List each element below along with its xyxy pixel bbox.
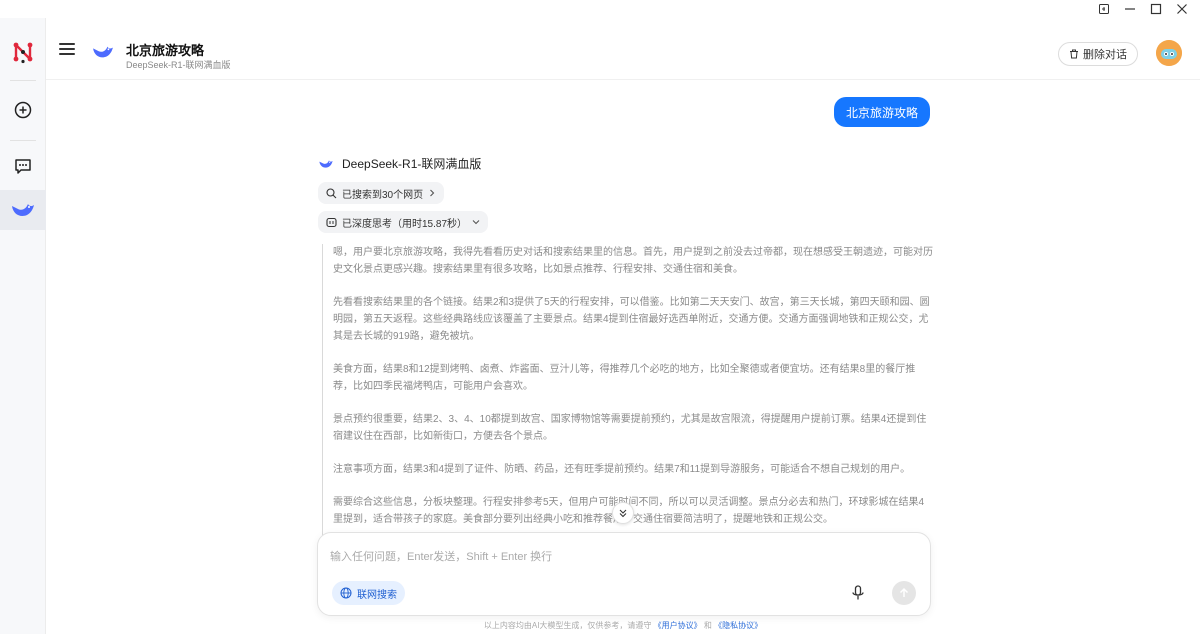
thinking-paragraph: 先看看搜索结果里的各个链接。结果2和3提供了5天的行程安排，可以借鉴。比如第二天… xyxy=(333,297,930,342)
chat-header: 北京旅游攻略 DeepSeek-R1-联网满血版 删除对话 xyxy=(46,18,1200,80)
conversation-title: 北京旅游攻略 xyxy=(126,43,205,58)
deep-think-label: 已深度思考（用时15.87秒） xyxy=(342,218,468,230)
search-results-pill[interactable]: 已搜索到30个网页 xyxy=(318,182,445,204)
delete-chat-button[interactable]: 删除对话 xyxy=(1058,42,1138,66)
rail-divider xyxy=(10,140,36,141)
thinking-content: 嗯，用户要北京旅游攻略，我得先看看历史对话和搜索结果里的信息。首先，用户提到之前… xyxy=(322,244,934,544)
deepseek-model-icon[interactable] xyxy=(0,190,46,230)
user-agreement-link[interactable]: 《用户协议》 xyxy=(654,621,702,630)
thinking-paragraph: 注意事项方面，结果3和4提到了证件、防晒、药品，还有旺季提前预约。结果7和11提… xyxy=(333,464,911,475)
menu-icon[interactable] xyxy=(58,40,76,58)
rail-divider xyxy=(10,80,36,81)
message-input[interactable] xyxy=(330,547,910,567)
thinking-paragraph: 景点预约很重要，结果2、3、4、10都提到故宫、国家博物馆等需要提前预约，尤其是… xyxy=(333,414,927,442)
restore-icon[interactable] xyxy=(1096,1,1112,17)
model-subtitle: DeepSeek-R1-联网满血版 xyxy=(126,60,231,70)
close-icon[interactable] xyxy=(1174,1,1190,17)
maximize-icon[interactable] xyxy=(1148,1,1164,17)
deepseek-logo-icon xyxy=(319,159,333,168)
delete-chat-label: 删除对话 xyxy=(1083,49,1127,61)
thinking-paragraph: 美食方面，结果8和12提到烤鸭、卤煮、炸酱面、豆汁儿等，得推荐几个必吃的地方，比… xyxy=(333,364,916,392)
search-results-label: 已搜索到30个网页 xyxy=(342,189,424,201)
thinking-paragraph: 嗯，用户要北京旅游攻略，我得先看看历史对话和搜索结果里的信息。首先，用户提到之前… xyxy=(333,247,933,275)
chevron-down-icon xyxy=(619,509,627,518)
disclaimer-text: 以上内容均由AI大模型生成，仅供参考，请遵守 xyxy=(483,621,652,630)
globe-icon xyxy=(340,587,352,599)
window-titlebar xyxy=(0,0,1200,18)
assistant-header: DeepSeek-R1-联网满血版 xyxy=(318,155,481,172)
message-composer: 联网搜索 xyxy=(317,532,931,616)
chevron-right-icon xyxy=(430,189,435,197)
window-controls xyxy=(1096,0,1190,18)
privacy-link[interactable]: 《隐私协议》 xyxy=(714,621,762,630)
trash-icon xyxy=(1070,49,1078,59)
app-logo-icon[interactable] xyxy=(0,32,46,72)
assistant-name: DeepSeek-R1-联网满血版 xyxy=(342,157,482,171)
avatar[interactable] xyxy=(1156,40,1182,66)
web-search-label: 联网搜索 xyxy=(357,589,397,601)
user-message-bubble: 北京旅游攻略 xyxy=(833,97,930,127)
chat-list-icon[interactable] xyxy=(0,146,46,186)
deep-think-pill[interactable]: 已深度思考（用时15.87秒） xyxy=(318,211,489,233)
brain-icon xyxy=(326,217,337,227)
scroll-to-bottom-button[interactable] xyxy=(612,502,634,524)
chevron-down-icon xyxy=(472,220,480,225)
send-button[interactable] xyxy=(892,581,916,605)
and-text: 和 xyxy=(703,621,712,630)
microphone-icon[interactable] xyxy=(848,583,868,603)
arrow-up-icon xyxy=(899,587,909,597)
web-search-toggle[interactable]: 联网搜索 xyxy=(332,581,405,605)
new-chat-icon[interactable] xyxy=(0,90,46,130)
search-icon xyxy=(326,187,337,198)
deepseek-logo-icon xyxy=(90,43,116,66)
minimize-icon[interactable] xyxy=(1122,1,1138,17)
left-rail xyxy=(0,18,46,634)
disclaimer-footer: 以上内容均由AI大模型生成，仅供参考，请遵守 《用户协议》 和 《隐私协议》 xyxy=(0,620,1200,631)
